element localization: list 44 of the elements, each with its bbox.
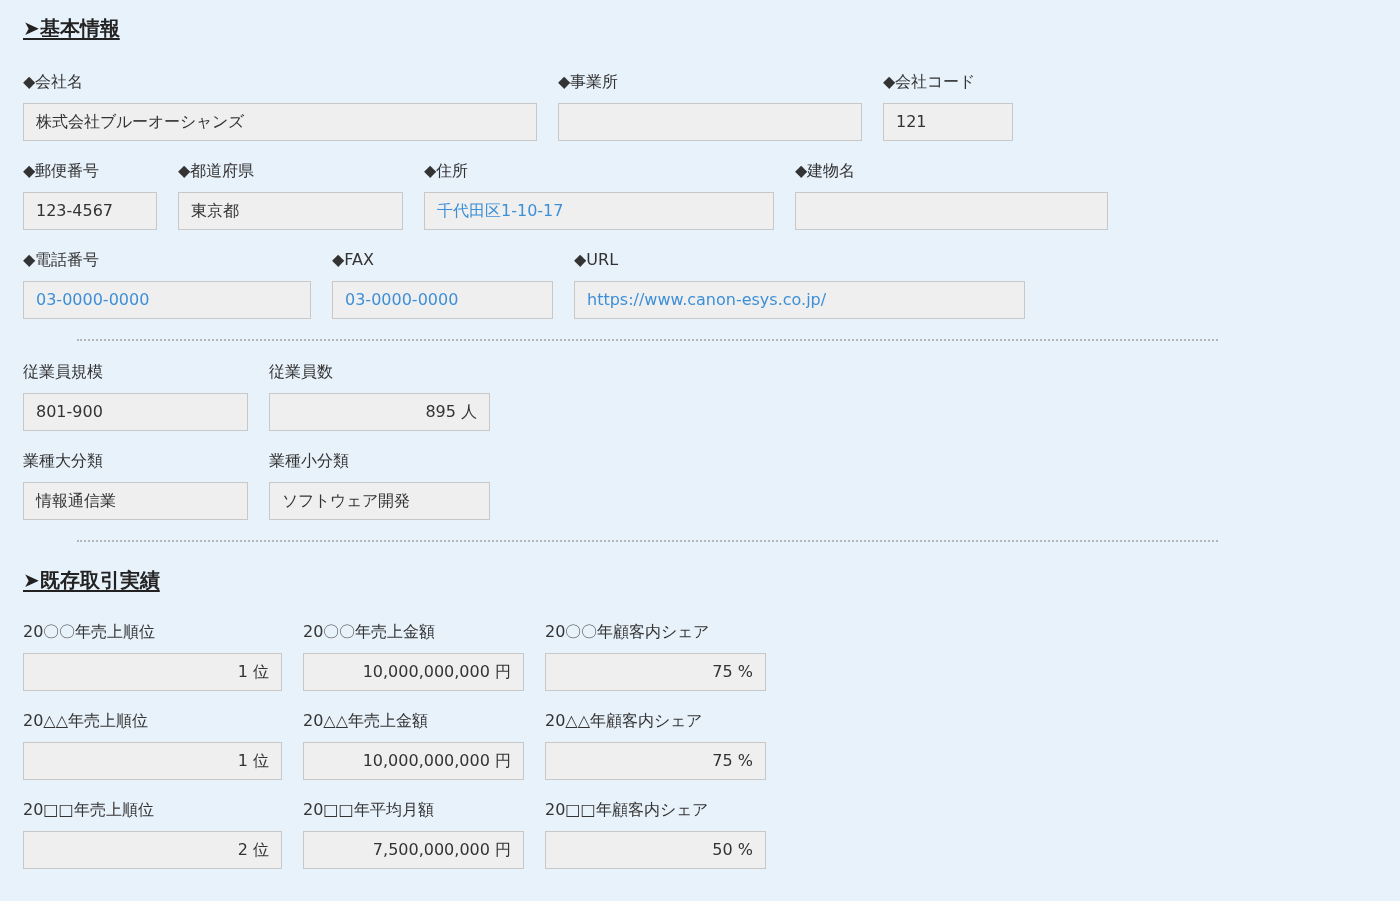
field-label: 20〇〇年売上順位	[23, 622, 156, 642]
readonly-field[interactable]: 東京都	[178, 192, 403, 230]
readonly-field[interactable]: 1 位	[23, 742, 282, 780]
field-label: 業種大分類	[23, 451, 103, 471]
readonly-field[interactable]: 10,000,000,000 円	[303, 742, 524, 780]
field-label: ◆URL	[574, 250, 619, 270]
field-label: ◆事業所	[558, 72, 619, 92]
readonly-field[interactable]: 75 %	[545, 653, 766, 691]
field-label: ◆会社コード	[883, 72, 976, 92]
field-label: ◆建物名	[795, 161, 856, 181]
readonly-field[interactable]: 10,000,000,000 円	[303, 653, 524, 691]
field-label: ◆電話番号	[23, 250, 100, 270]
readonly-field[interactable]: 75 %	[545, 742, 766, 780]
readonly-field[interactable]: 50 %	[545, 831, 766, 869]
readonly-field[interactable]	[795, 192, 1108, 230]
readonly-field[interactable]: 7,500,000,000 円	[303, 831, 524, 869]
readonly-field[interactable]	[558, 103, 862, 141]
field-label: ◆会社名	[23, 72, 84, 92]
field-label: 20△△年売上順位	[23, 711, 148, 731]
readonly-field[interactable]: 895 人	[269, 393, 490, 431]
field-label: 業種小分類	[269, 451, 349, 471]
field-label: 20〇〇年顧客内シェア	[545, 622, 710, 642]
field-label: ◆郵便番号	[23, 161, 100, 181]
readonly-field[interactable]: ソフトウェア開発	[269, 482, 490, 520]
field-label: 従業員規模	[23, 362, 103, 382]
readonly-field[interactable]: 801-900	[23, 393, 248, 431]
field-label: 20□□年顧客内シェア	[545, 800, 708, 820]
readonly-field[interactable]: 2 位	[23, 831, 282, 869]
field-label: 従業員数	[269, 362, 333, 382]
field-label: ◆住所	[424, 161, 469, 181]
section-heading: ➤既存取引実績	[23, 568, 160, 592]
readonly-field[interactable]: 121	[883, 103, 1013, 141]
field-label: 20△△年顧客内シェア	[545, 711, 702, 731]
readonly-field[interactable]: 123-4567	[23, 192, 157, 230]
field-label: ◆都道府県	[178, 161, 255, 181]
field-label: 20△△年売上金額	[303, 711, 428, 731]
readonly-field[interactable]: 1 位	[23, 653, 282, 691]
field-label: 20□□年平均月額	[303, 800, 434, 820]
field-label: ◆FAX	[332, 250, 374, 270]
readonly-field[interactable]: 情報通信業	[23, 482, 248, 520]
readonly-field[interactable]: 株式会社ブルーオーシャンズ	[23, 103, 537, 141]
field-label: 20□□年売上順位	[23, 800, 154, 820]
field-label: 20〇〇年売上金額	[303, 622, 436, 642]
section-heading: ➤基本情報	[23, 16, 120, 40]
